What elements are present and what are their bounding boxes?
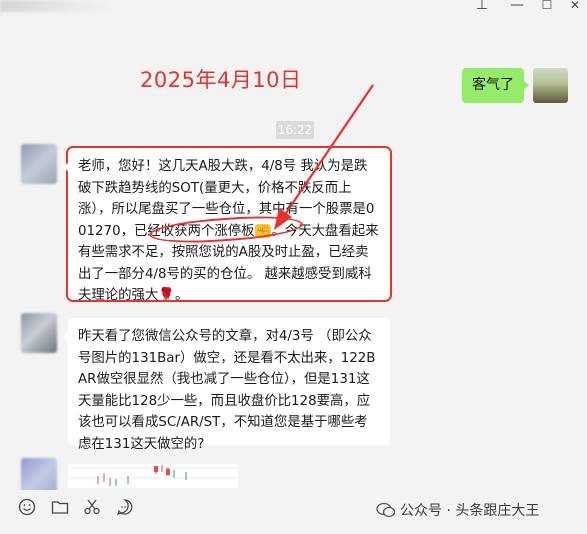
outgoing-message[interactable]: 客气了 bbox=[462, 68, 529, 103]
emoji-icon[interactable] bbox=[18, 498, 36, 516]
chat-title-blurred bbox=[0, 0, 118, 12]
my-avatar[interactable] bbox=[533, 68, 568, 103]
contact-avatar[interactable] bbox=[21, 144, 57, 184]
close-icon[interactable]: ✕ bbox=[563, 0, 587, 12]
watermark-text: 公众号 · 头条跟庄大王 bbox=[400, 503, 540, 519]
message-text-end: 。 bbox=[175, 288, 189, 303]
title-bar: ⊥ — ☐ ✕ bbox=[0, 0, 587, 16]
wechat-logo-icon bbox=[376, 502, 396, 518]
rose-emoji: 🌹 bbox=[158, 288, 176, 303]
pin-icon[interactable]: ⊥ bbox=[470, 0, 494, 13]
date-annotation: 2025年4月10日 bbox=[140, 68, 302, 92]
maximize-icon[interactable]: ☐ bbox=[535, 0, 559, 12]
scissors-icon[interactable] bbox=[83, 498, 101, 516]
folder-icon[interactable] bbox=[51, 498, 69, 516]
message-timestamp: 16:22 bbox=[276, 121, 314, 139]
chat-history-icon[interactable] bbox=[116, 498, 134, 516]
watermark: 公众号 · 头条跟庄大王 bbox=[376, 500, 539, 520]
incoming-message[interactable]: 昨天看了您微信公众号的文章，对4/3号 （即公众号图片的131Bar）做空，还是… bbox=[63, 318, 390, 452]
chart-image-thumbnail[interactable] bbox=[68, 464, 238, 488]
contact-avatar[interactable] bbox=[21, 313, 57, 353]
minimize-icon[interactable]: — bbox=[505, 0, 529, 13]
